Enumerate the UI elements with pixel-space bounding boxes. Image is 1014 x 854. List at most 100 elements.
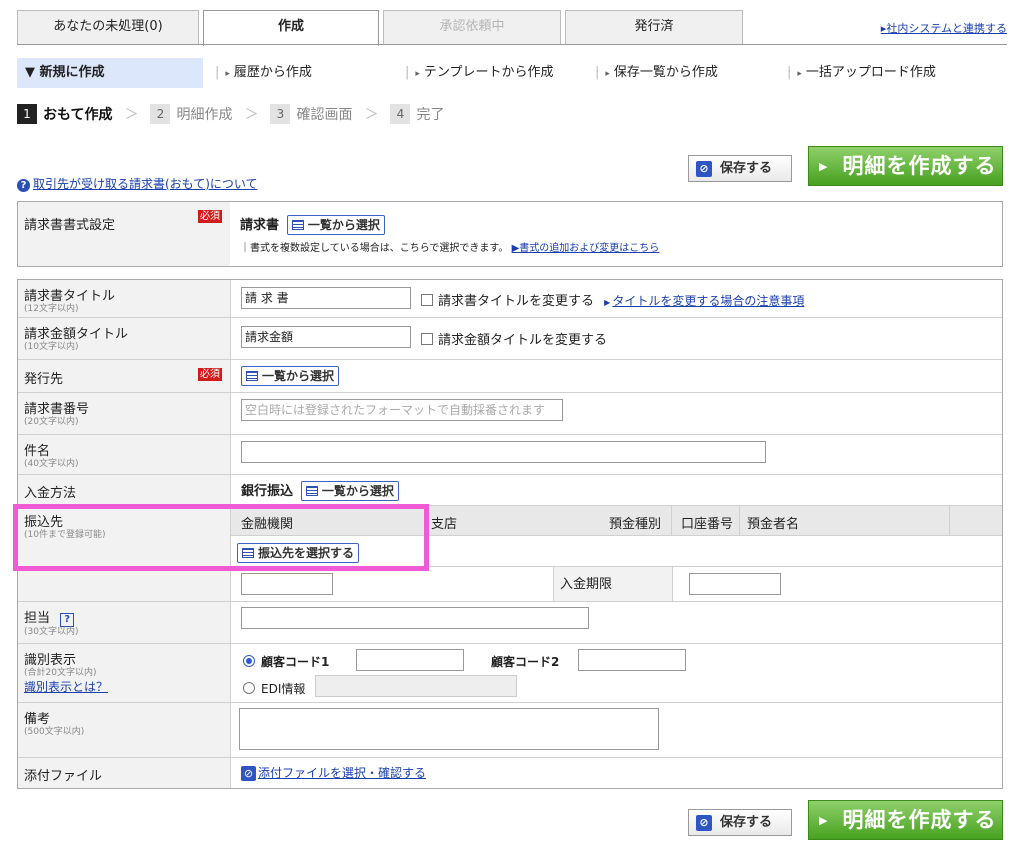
amount-title-input[interactable]: 請求金額 bbox=[241, 326, 411, 348]
save-button-bottom[interactable]: ⊘ 保存する bbox=[688, 809, 792, 836]
save-label: 保存する bbox=[720, 815, 773, 830]
invoice-number-input[interactable]: 空白時には登録されたフォーマットで自動採番されます bbox=[241, 399, 563, 421]
issue-to-label: 発行先 必須 bbox=[18, 360, 230, 392]
col-divider bbox=[671, 506, 672, 535]
amount-title-checkbox[interactable]: 請求金額タイトルを変更する bbox=[421, 329, 607, 348]
subject-sub: (40文字以内) bbox=[24, 459, 79, 469]
checkbox-icon bbox=[421, 333, 433, 345]
date-input[interactable] bbox=[241, 573, 333, 595]
top-tabs: あなたの未処理(0) 作成 承認依頼中 発行済 ▸社内システムと連携する bbox=[17, 10, 1007, 46]
row-memo: 備考 (500文字以内) bbox=[18, 703, 1002, 758]
arrow-icon: ▸ bbox=[415, 69, 420, 79]
subnav-template[interactable]: | ▸ テンプレートから作成 bbox=[397, 58, 587, 88]
edi-radio[interactable]: EDI情報 bbox=[243, 680, 305, 697]
select-from-list-button[interactable]: 一覧から選択 bbox=[286, 215, 385, 235]
date-value: 入金期限 bbox=[230, 567, 1002, 601]
col-holder: 預金者名 bbox=[747, 517, 800, 532]
divider: | bbox=[595, 65, 600, 80]
attach-file-link[interactable]: 添付ファイルを選択・確認する bbox=[258, 766, 426, 780]
step-label: 明細作成 bbox=[176, 107, 233, 123]
step-arrow-icon: ＞ bbox=[244, 107, 259, 123]
help-link[interactable]: ? 取引先が受け取る請求書(おもて)について bbox=[17, 175, 258, 192]
subnav-saved-label: 保存一覧から作成 bbox=[613, 65, 718, 80]
play-icon: ▶ bbox=[819, 160, 829, 173]
radio-icon bbox=[243, 655, 255, 667]
row-title: 請求書タイトル (12文字以内) 請 求 書 請求書タイトルを変更する ▶ タイトル… bbox=[18, 280, 1002, 318]
due-date-input[interactable] bbox=[689, 573, 781, 595]
clip-icon: ⊘ bbox=[696, 160, 712, 177]
select-list-label: 一覧から選択 bbox=[307, 218, 380, 232]
subject-value bbox=[230, 435, 1002, 474]
person-value bbox=[230, 602, 1002, 643]
row-attachment: 添付ファイル ⊘ 添付ファイルを選択・確認する bbox=[18, 758, 1002, 788]
system-link[interactable]: ▸社内システムと連携する bbox=[881, 20, 1007, 36]
format-label-text: 請求書書式設定 bbox=[24, 218, 116, 233]
format-row: 請求書書式設定 必須 請求書 一覧から選択 ｜書式を複数設定している場合は、こち… bbox=[18, 202, 1002, 266]
step-arrow-icon: ＞ bbox=[124, 107, 139, 123]
edi-input[interactable] bbox=[315, 675, 517, 697]
amount-title-label: 請求金額タイトル (10文字以内) bbox=[18, 318, 230, 359]
payment-value: 銀行振込 一覧から選択 bbox=[230, 475, 1002, 505]
tab-approval[interactable]: 承認依頼中 bbox=[383, 10, 561, 44]
create-detail-button-top[interactable]: ▶ 明細を作成する bbox=[808, 146, 1003, 186]
select-list-label: 一覧から選択 bbox=[262, 369, 335, 383]
tab-issued[interactable]: 発行済 bbox=[565, 10, 743, 44]
ident-help-link[interactable]: 識別表示とは？ bbox=[24, 680, 108, 694]
amount-title-sub: (10文字以内) bbox=[24, 342, 79, 352]
subnav-saved[interactable]: | ▸ 保存一覧から作成 bbox=[587, 58, 777, 88]
title-input[interactable]: 請 求 書 bbox=[241, 287, 411, 309]
customer-code1-input[interactable] bbox=[356, 649, 464, 671]
subject-label-text: 件名 bbox=[24, 444, 51, 459]
arrow-icon: ▶ bbox=[604, 298, 611, 307]
person-label-text: 担当 bbox=[24, 611, 51, 626]
attach-label: 添付ファイル bbox=[18, 758, 230, 788]
number-label-text: 請求書番号 bbox=[24, 402, 90, 417]
radio-icon bbox=[243, 682, 255, 694]
subnav-bulk[interactable]: | ▸ 一括アップロード作成 bbox=[779, 58, 999, 88]
title-notice-link[interactable]: タイトルを変更する場合の注意事項 bbox=[612, 294, 804, 308]
subnav-history[interactable]: | ▸ 履歴から作成 bbox=[207, 58, 397, 88]
format-note-text: ｜書式を複数設定している場合は、こちらで選択できます。 bbox=[240, 243, 509, 254]
subnav-bulk-label: 一括アップロード作成 bbox=[805, 65, 936, 80]
memo-value bbox=[230, 703, 1002, 757]
create-subnav: ▼ 新規に作成 | ▸ 履歴から作成 | ▸ テンプレートから作成 | ▸ 保存一覧から作成… bbox=[17, 58, 1007, 88]
title-value: 請 求 書 請求書タイトルを変更する ▶ タイトルを変更する場合の注意事項 bbox=[230, 280, 1002, 317]
customer-code1-radio[interactable]: 顧客コード1 bbox=[243, 653, 329, 670]
subject-input[interactable] bbox=[241, 441, 766, 463]
step-number: 2 bbox=[150, 104, 171, 124]
create-label: 明細を作成する bbox=[842, 808, 997, 832]
create-detail-button-bottom[interactable]: ▶ 明細を作成する bbox=[808, 800, 1003, 840]
issue-to-label-text: 発行先 bbox=[24, 372, 64, 387]
tab-create[interactable]: 作成 bbox=[203, 10, 379, 46]
edi-label: EDI情報 bbox=[261, 682, 306, 696]
title-checkbox-label: 請求書タイトルを変更する bbox=[438, 294, 595, 309]
format-change-link[interactable]: ▶書式の追加および変更はこちら bbox=[512, 243, 660, 254]
help-link-text[interactable]: 取引先が受け取る請求書(おもて)について bbox=[33, 177, 258, 191]
play-icon: ▶ bbox=[819, 814, 829, 827]
select-list-label: 一覧から選択 bbox=[321, 484, 394, 498]
person-input[interactable] bbox=[241, 607, 589, 629]
title-change-checkbox[interactable]: 請求書タイトルを変更する ▶ タイトルを変更する場合の注意事項 bbox=[421, 290, 804, 309]
customer-code2-input[interactable] bbox=[578, 649, 686, 671]
format-value: 請求書 一覧から選択 ｜書式を複数設定している場合は、こちらで選択できます。 ▶… bbox=[230, 202, 1002, 266]
help-icon[interactable]: ? bbox=[60, 613, 75, 627]
issue-to-select-button[interactable]: 一覧から選択 bbox=[241, 366, 340, 386]
required-badge: 必須 bbox=[198, 368, 222, 381]
subnav-history-label: 履歴から作成 bbox=[233, 65, 312, 80]
format-section: 請求書書式設定 必須 請求書 一覧から選択 ｜書式を複数設定している場合は、こち… bbox=[17, 201, 1003, 267]
row-subject: 件名 (40文字以内) bbox=[18, 435, 1002, 475]
payment-select-button[interactable]: 一覧から選択 bbox=[300, 481, 399, 501]
step-arrow-icon: ＞ bbox=[364, 107, 379, 123]
code1-label: 顧客コード1 bbox=[261, 655, 330, 669]
title-label-text: 請求書タイトル bbox=[24, 289, 116, 304]
arrow-icon: ▸ bbox=[797, 69, 802, 79]
memo-textarea[interactable] bbox=[239, 708, 659, 750]
subnav-new[interactable]: ▼ 新規に作成 bbox=[17, 58, 203, 88]
step-number: 3 bbox=[270, 104, 291, 124]
step-label: おもて作成 bbox=[43, 107, 113, 123]
subnav-template-label: テンプレートから作成 bbox=[423, 65, 554, 80]
memo-sub: (500文字以内) bbox=[24, 727, 85, 737]
tab-unprocessed[interactable]: あなたの未処理(0) bbox=[17, 10, 199, 44]
save-button-top[interactable]: ⊘ 保存する bbox=[688, 155, 792, 182]
question-icon: ? bbox=[17, 179, 30, 192]
